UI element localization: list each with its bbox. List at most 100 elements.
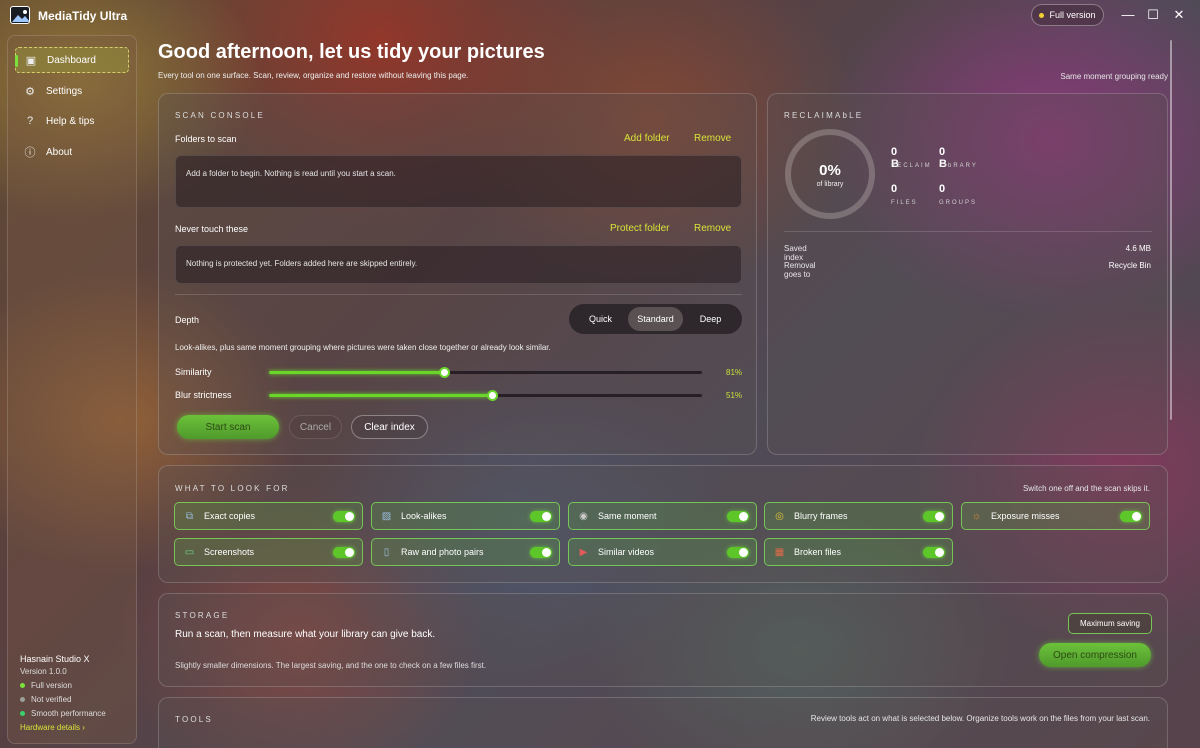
reclaim-progress-ring: 0% of library xyxy=(783,127,877,221)
protected-empty-text: Nothing is protected yet. Folders added … xyxy=(186,259,418,268)
dashboard-icon: ▣ xyxy=(25,54,37,67)
cancel-button[interactable]: Cancel xyxy=(289,415,342,439)
add-folder-button[interactable]: Add folder xyxy=(624,133,670,144)
toggle-switch[interactable] xyxy=(727,546,749,558)
status-label: Full version xyxy=(31,681,72,690)
similarity-slider-thumb[interactable] xyxy=(439,367,451,378)
toggle-look-alikes[interactable]: ▨ Look-alikes xyxy=(371,502,560,530)
toggle-label: Look-alikes xyxy=(401,511,447,521)
look-for-heading: WHAT TO LOOK FOR xyxy=(175,484,290,493)
eye-icon: ◎ xyxy=(775,510,784,522)
sidebar-item-settings[interactable]: ⚙ Settings xyxy=(15,78,129,104)
blur-slider[interactable] xyxy=(269,390,702,401)
toggle-label: Similar videos xyxy=(598,547,655,557)
video-icon: ▶ xyxy=(579,546,588,558)
reclaim-percent-label: of library xyxy=(816,181,844,188)
depth-option-quick[interactable]: Quick xyxy=(573,307,628,331)
sidebar-item-about[interactable]: ⓘ About xyxy=(15,139,129,165)
status-full-version: Full version xyxy=(20,681,106,690)
storage-message: Run a scan, then measure what your libra… xyxy=(175,629,436,640)
status-dot-icon xyxy=(1039,12,1045,18)
toggle-label: Exposure misses xyxy=(991,511,1060,521)
hardware-details-link[interactable]: Hardware details › xyxy=(20,723,106,732)
file-icon: ▯ xyxy=(383,546,390,558)
page-scrollbar[interactable] xyxy=(1170,40,1172,420)
toggle-raw-photo-pairs[interactable]: ▯ Raw and photo pairs xyxy=(371,538,560,566)
folders-empty-text: Add a folder to begin. Nothing is read u… xyxy=(186,169,396,178)
toggle-similar-videos[interactable]: ▶ Similar videos xyxy=(568,538,757,566)
folders-list[interactable]: Add a folder to begin. Nothing is read u… xyxy=(175,155,742,208)
toggle-screenshots[interactable]: ▭ Screenshots xyxy=(174,538,363,566)
toggle-exact-copies[interactable]: ⧉ Exact copies xyxy=(174,502,363,530)
depth-option-standard[interactable]: Standard xyxy=(628,307,683,331)
camera-icon: ◉ xyxy=(579,510,588,522)
depth-description: Look-alikes, plus same moment grouping w… xyxy=(175,343,551,352)
reclaim-percent: 0% xyxy=(819,162,841,179)
clear-index-button[interactable]: Clear index xyxy=(351,415,428,439)
toggle-broken-files[interactable]: ▦ Broken files xyxy=(764,538,953,566)
open-compression-button[interactable]: Open compression xyxy=(1039,643,1151,667)
remove-protected-button[interactable]: Remove xyxy=(694,223,731,234)
app-logo-icon xyxy=(10,6,30,24)
saved-index-value: 4.6 MB xyxy=(1125,244,1151,253)
toggle-switch[interactable] xyxy=(1120,510,1142,522)
start-scan-button[interactable]: Start scan xyxy=(177,415,279,439)
blur-strictness-label: Blur strictness xyxy=(175,390,232,400)
sidebar-item-label: Help & tips xyxy=(46,115,95,127)
broken-file-icon: ▦ xyxy=(774,546,785,558)
status-dot-icon xyxy=(20,711,25,716)
status-label: Not verified xyxy=(31,695,72,704)
scan-console-card: SCAN CONSOLE Folders to scan Add folder … xyxy=(158,93,757,455)
toggle-label: Exact copies xyxy=(204,511,256,521)
minimize-button[interactable]: — xyxy=(1118,6,1138,24)
stat-files-value: 0 xyxy=(891,183,899,195)
sidebar-item-help[interactable]: ? Help & tips xyxy=(15,108,129,134)
depth-option-deep[interactable]: Deep xyxy=(683,307,738,331)
tools-card: TOOLS Review tools act on what is select… xyxy=(158,697,1168,748)
remove-folder-button[interactable]: Remove xyxy=(694,133,731,144)
app-title: MediaTidy Ultra xyxy=(38,9,128,23)
removal-label: Removal goes to xyxy=(784,261,816,279)
page-subtitle: Every tool on one surface. Scan, review,… xyxy=(158,71,469,80)
stat-reclaim-label: RECLAIM xyxy=(891,163,932,169)
grouping-status-note: Same moment grouping ready xyxy=(1060,72,1168,81)
stat-groups-value: 0 xyxy=(939,183,947,195)
sidebar: ▣ Dashboard ⚙ Settings ? Help & tips ⓘ A… xyxy=(7,35,137,744)
similarity-slider-fill xyxy=(269,371,445,374)
toggle-switch[interactable] xyxy=(727,510,749,522)
depth-selector[interactable]: Quick Standard Deep xyxy=(569,304,742,334)
toggle-exposure-misses[interactable]: ☼ Exposure misses xyxy=(961,502,1150,530)
reclaimable-heading: RECLAIMAbLE xyxy=(784,111,864,120)
toggle-switch[interactable] xyxy=(530,510,552,522)
tools-heading: TOOLS xyxy=(175,715,213,724)
toggle-switch[interactable] xyxy=(923,510,945,522)
maximum-saving-badge[interactable]: Maximum saving xyxy=(1068,613,1152,634)
storage-detail: Slightly smaller dimensions. The largest… xyxy=(175,661,487,670)
divider xyxy=(175,294,742,295)
protect-folder-button[interactable]: Protect folder xyxy=(610,223,669,234)
toggle-switch[interactable] xyxy=(333,546,355,558)
toggle-same-moment[interactable]: ◉ Same moment xyxy=(568,502,757,530)
page-title: Good afternoon, let us tidy your picture… xyxy=(158,41,545,63)
blur-slider-fill xyxy=(269,394,492,397)
status-not-verified: Not verified xyxy=(20,695,106,704)
toggle-switch[interactable] xyxy=(923,546,945,558)
depth-label: Depth xyxy=(175,315,200,325)
image-icon: ▨ xyxy=(381,510,392,522)
sidebar-item-label: Settings xyxy=(46,85,83,97)
maximize-button[interactable]: ☐ xyxy=(1143,6,1163,24)
removal-value: Recycle Bin xyxy=(1108,261,1151,270)
full-version-label: Full version xyxy=(1049,10,1096,20)
protected-folders-list[interactable]: Nothing is protected yet. Folders added … xyxy=(175,245,742,284)
toggle-switch[interactable] xyxy=(333,510,355,522)
stat-library-label: LIbRARY xyxy=(939,163,978,169)
similarity-slider[interactable] xyxy=(269,367,702,378)
screenshot-icon: ▭ xyxy=(184,546,195,558)
blur-slider-thumb[interactable] xyxy=(486,390,498,401)
full-version-badge[interactable]: Full version xyxy=(1031,4,1104,26)
close-button[interactable]: ✕ xyxy=(1169,6,1189,24)
sidebar-item-dashboard[interactable]: ▣ Dashboard xyxy=(15,47,129,73)
toggle-switch[interactable] xyxy=(530,546,552,558)
toggle-blurry-frames[interactable]: ◎ Blurry frames xyxy=(764,502,953,530)
saved-index-label: Saved index xyxy=(784,244,807,262)
